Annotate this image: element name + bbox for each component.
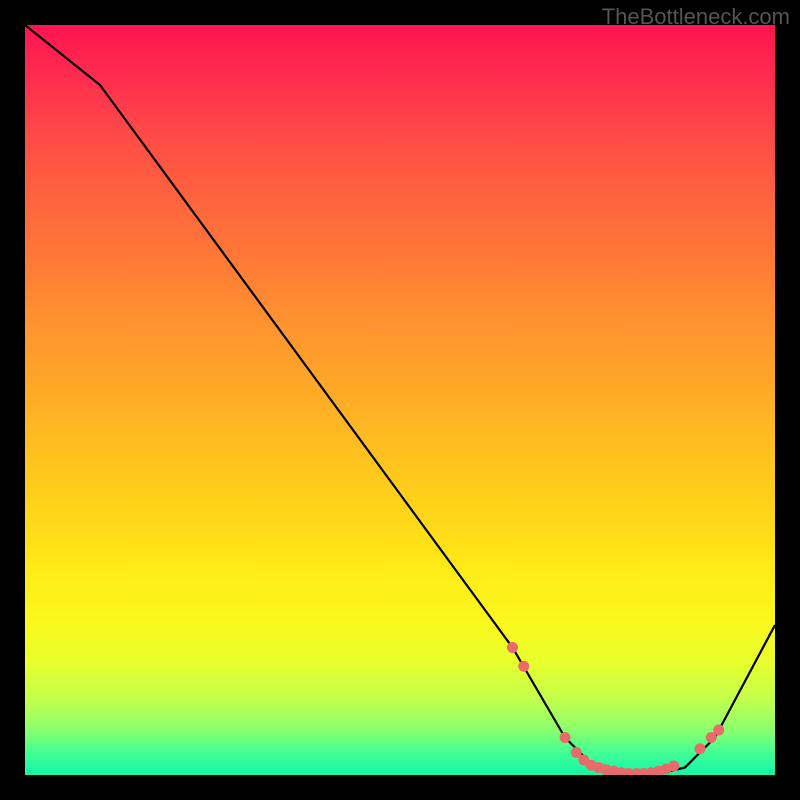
chart-markers — [507, 642, 724, 775]
chart-marker — [713, 725, 724, 736]
chart-marker — [695, 743, 706, 754]
chart-overlay — [25, 25, 775, 775]
chart-plot-area — [25, 25, 775, 775]
chart-marker — [518, 661, 529, 672]
chart-marker — [560, 732, 571, 743]
chart-marker — [507, 642, 518, 653]
chart-marker — [668, 761, 679, 772]
chart-line — [25, 25, 775, 775]
watermark-text: TheBottleneck.com — [602, 4, 790, 30]
